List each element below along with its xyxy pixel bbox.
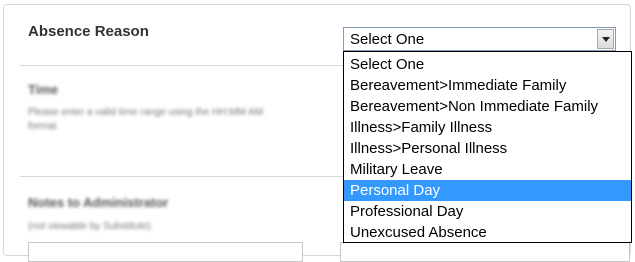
absence-reason-label: Absence Reason: [28, 23, 149, 40]
option-bereavement-non-immediate[interactable]: Bereavement>Non Immediate Family: [344, 96, 631, 117]
notes-label: Notes to Administrator: [28, 195, 169, 210]
option-professional-day[interactable]: Professional Day: [344, 201, 631, 222]
chevron-down-icon: [602, 37, 610, 42]
time-help-text: Please enter a valid time range using th…: [28, 107, 264, 132]
option-military-leave[interactable]: Military Leave: [344, 159, 631, 180]
option-unexcused-absence[interactable]: Unexcused Absence: [344, 222, 631, 243]
absence-reason-dropdown-list: Select One Bereavement>Immediate Family …: [343, 51, 632, 243]
option-select-one[interactable]: Select One: [344, 54, 631, 75]
dropdown-toggle-button[interactable]: [597, 29, 614, 49]
option-personal-day[interactable]: Personal Day: [344, 180, 631, 201]
notes-textarea[interactable]: [28, 242, 303, 262]
select-value: Select One: [350, 31, 425, 48]
option-bereavement-immediate[interactable]: Bereavement>Immediate Family: [344, 75, 631, 96]
time-label: Time: [28, 82, 59, 97]
option-illness-family[interactable]: Illness>Family Illness: [344, 117, 631, 138]
notes-help-text: (not viewable by Substitute): [28, 221, 151, 232]
option-illness-personal[interactable]: Illness>Personal Illness: [344, 138, 631, 159]
absence-reason-select[interactable]: Select One: [343, 27, 616, 51]
notes-textarea-secondary[interactable]: [340, 242, 630, 262]
